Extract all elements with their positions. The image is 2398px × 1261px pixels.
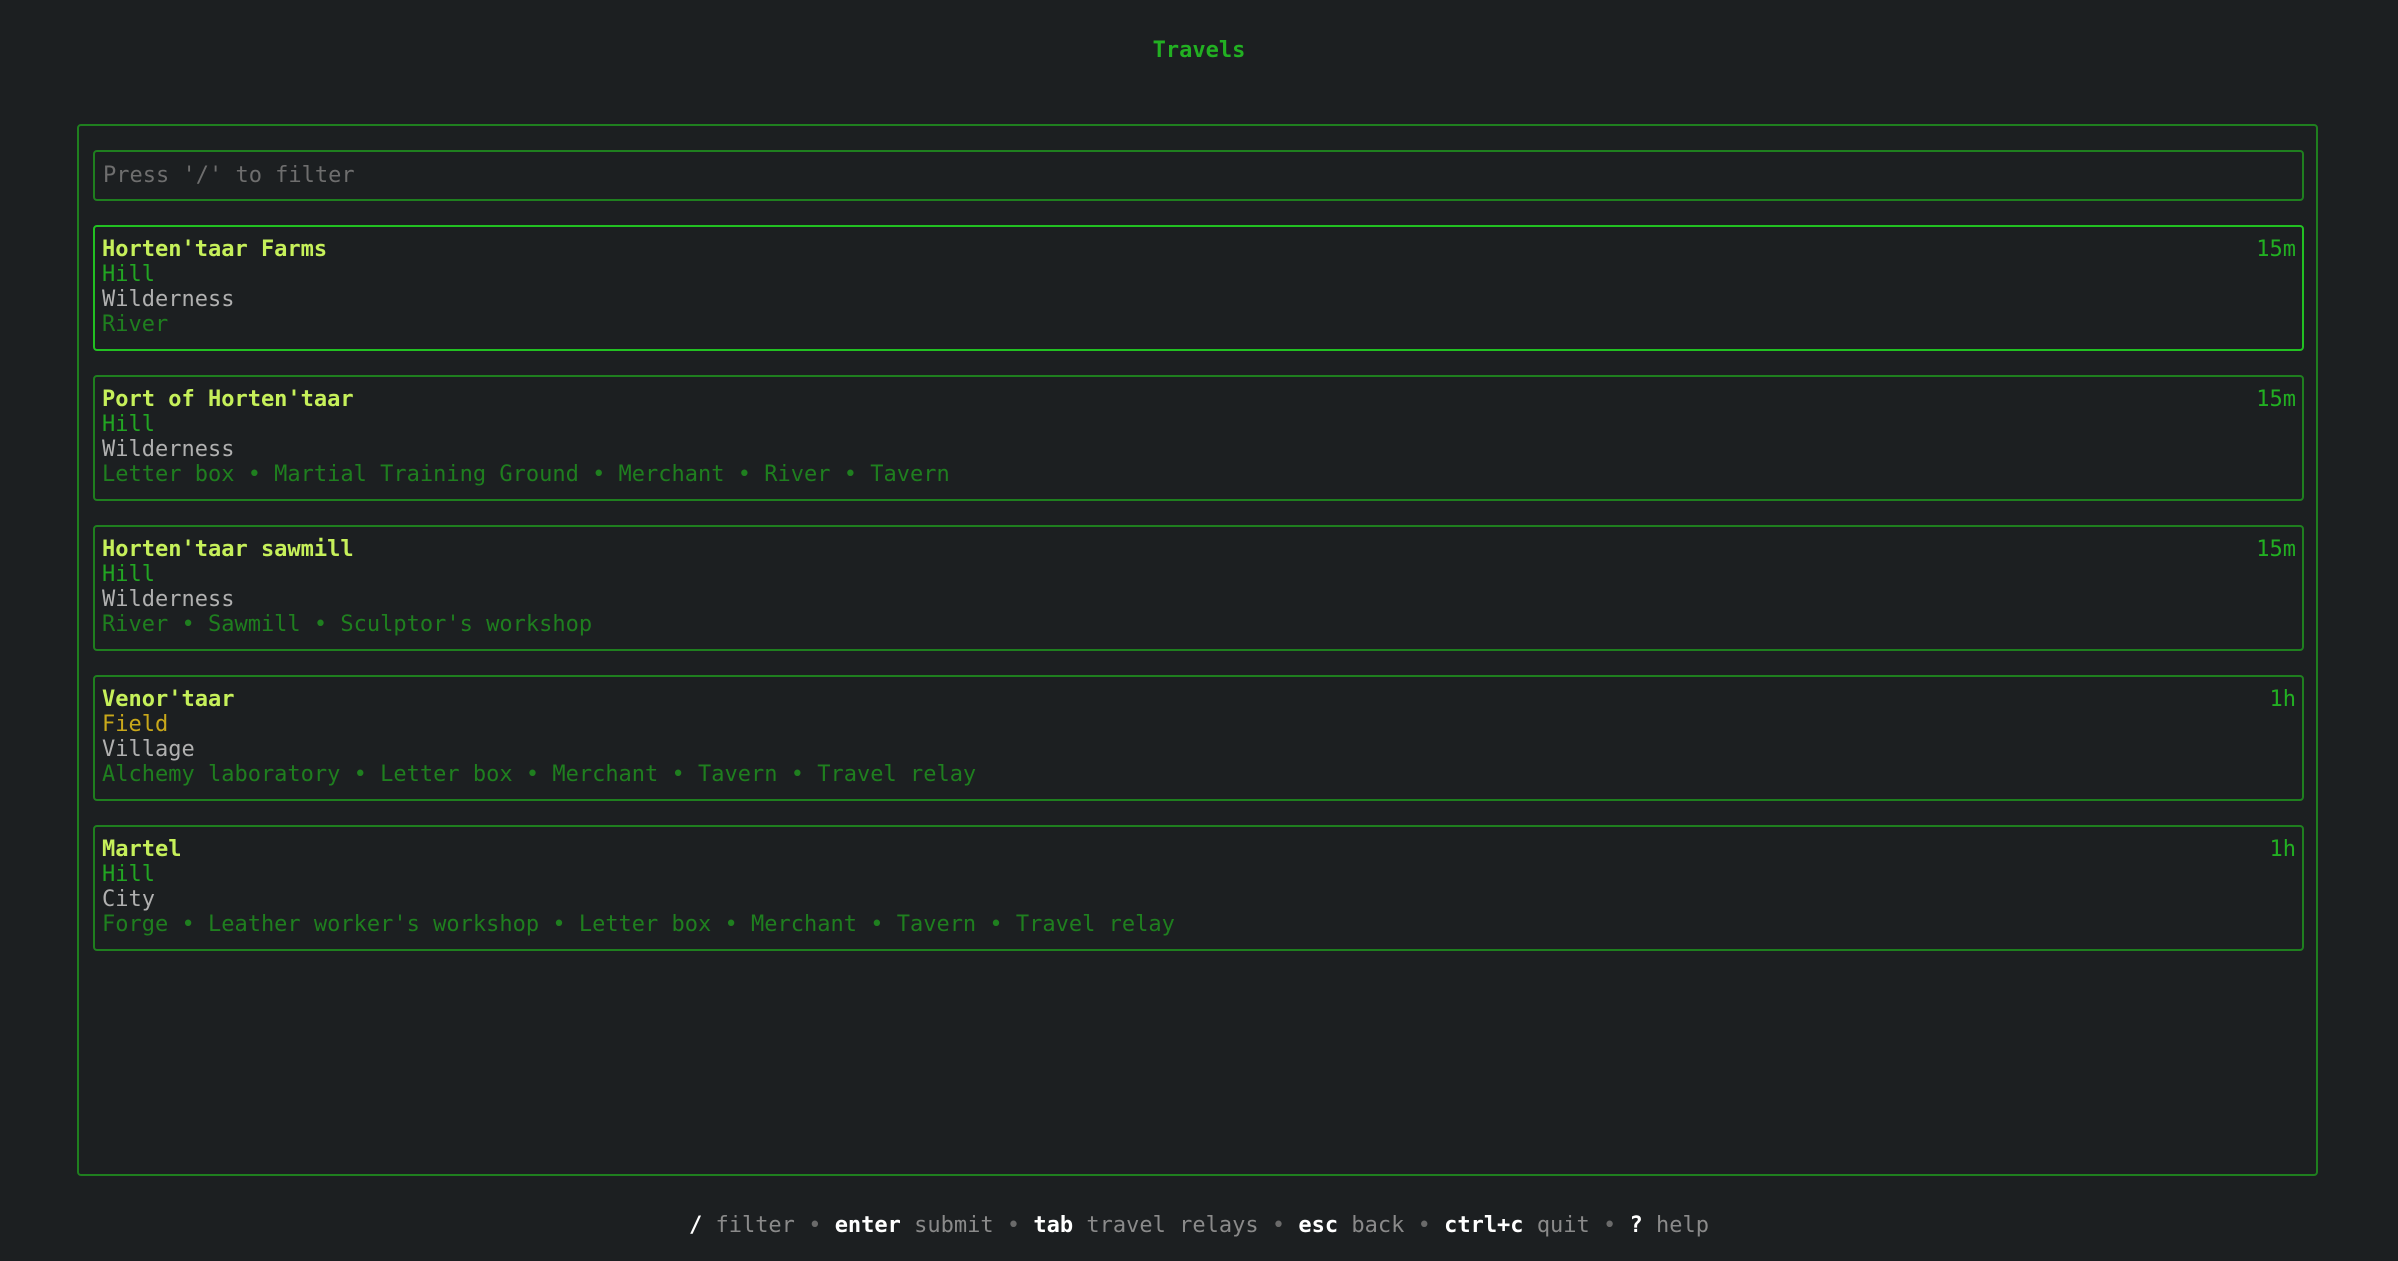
destination-item[interactable]: Horten'taar sawmill 15m Hill Wilderness … [93, 525, 2304, 651]
page-title: Travels [1152, 38, 1246, 63]
destination-features: Forge • Leather worker's workshop • Lett… [102, 912, 1175, 937]
destination-terrain: Hill [102, 262, 155, 287]
help-separator: • [1006, 1213, 1021, 1238]
help-key-quit: ctrl+c [1444, 1213, 1524, 1238]
help-key-filter: / [688, 1213, 703, 1238]
destination-type: Wilderness [102, 587, 235, 612]
destination-item[interactable]: Port of Horten'taar 15m Hill Wilderness … [93, 375, 2304, 501]
help-key-submit: enter [834, 1213, 901, 1238]
help-separator: • [1603, 1213, 1617, 1238]
destination-item[interactable]: Martel 1h Hill City Forge • Leather work… [93, 825, 2304, 951]
destination-terrain: Hill [102, 862, 155, 887]
destination-features: Letter box • Martial Training Ground • M… [102, 462, 950, 487]
destination-type: Wilderness [102, 287, 235, 312]
travel-time: 15m [2256, 237, 2296, 262]
help-desc-help: help [1656, 1213, 1710, 1238]
destination-terrain: Field [102, 712, 169, 737]
help-desc-relays: travel relays [1086, 1213, 1259, 1238]
destination-type: Village [102, 737, 195, 762]
destination-terrain: Hill [102, 412, 155, 437]
travel-time: 1h [2269, 837, 2297, 862]
help-separator: • [808, 1213, 822, 1238]
help-key-relays: tab [1033, 1213, 1074, 1238]
help-desc-quit: quit [1536, 1213, 1590, 1238]
travel-time: 15m [2256, 537, 2296, 562]
help-key-back: esc [1298, 1213, 1339, 1238]
destination-type: Wilderness [102, 437, 235, 462]
destination-item[interactable]: Horten'taar Farms 15m Hill Wilderness Ri… [93, 225, 2304, 351]
destination-name: Venor'taar [102, 687, 235, 712]
help-desc-submit: submit [914, 1213, 994, 1238]
help-desc-back: back [1351, 1213, 1405, 1238]
destination-list: Horten'taar Farms 15m Hill Wilderness Ri… [93, 225, 2304, 975]
travel-time: 1h [2269, 687, 2297, 712]
filter-box[interactable] [93, 150, 2304, 201]
destination-features: Alchemy laboratory • Letter box • Mercha… [102, 762, 977, 787]
keybinding-help: / filter • enter submit • tab travel rel… [0, 1213, 2398, 1238]
destination-terrain: Hill [102, 562, 155, 587]
help-desc-filter: filter [715, 1213, 795, 1238]
destination-name: Port of Horten'taar [102, 387, 354, 412]
destination-features: River [102, 312, 169, 337]
destination-name: Horten'taar Farms [102, 237, 328, 262]
destination-features: River • Sawmill • Sculptor's workshop [102, 612, 593, 637]
destination-type: City [102, 887, 155, 912]
help-key-help: ? [1629, 1213, 1643, 1238]
travel-time: 15m [2256, 387, 2296, 412]
travel-panel: Horten'taar Farms 15m Hill Wilderness Ri… [77, 124, 2318, 1176]
destination-item[interactable]: Venor'taar 1h Field Village Alchemy labo… [93, 675, 2304, 801]
destination-name: Martel [102, 837, 182, 862]
destination-name: Horten'taar sawmill [102, 537, 354, 562]
help-separator: • [1417, 1213, 1431, 1238]
filter-input[interactable] [103, 163, 2294, 188]
help-separator: • [1271, 1213, 1286, 1238]
